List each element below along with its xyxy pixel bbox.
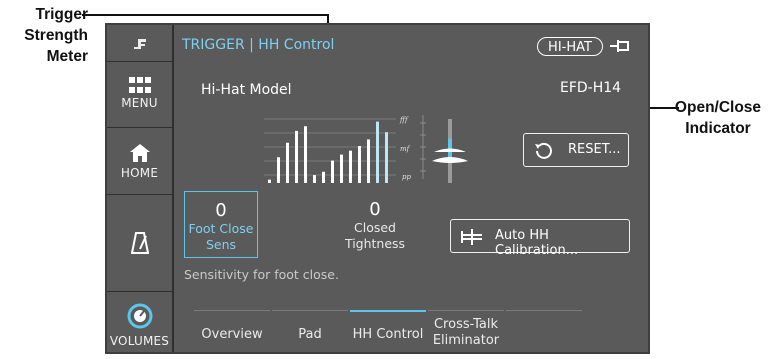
reset-icon [535, 142, 552, 159]
sidebar-item-home[interactable]: HOME [107, 127, 172, 195]
meter-bar [277, 157, 280, 183]
meter-bar [349, 150, 352, 183]
foot-close-sens-param[interactable]: 0 Foot Close Sens [184, 191, 258, 258]
meter-scale-label: fff [399, 116, 409, 124]
sidebar-item-metronome[interactable] [107, 194, 172, 292]
meter-bar [268, 179, 271, 183]
tab-overview[interactable]: Overview [194, 310, 270, 355]
open-close-indicator [420, 115, 468, 183]
meter-bar [367, 139, 370, 183]
tab-cross-talk-eliminator[interactable]: Cross-Talk Eliminator [428, 310, 504, 355]
meter-bar [295, 130, 298, 183]
tab-label: HH Control [352, 327, 424, 342]
closed-tightness-param[interactable]: 0 Closed Tightness [334, 191, 416, 258]
grid-icon [128, 77, 151, 93]
pin-icon[interactable] [610, 38, 630, 54]
hihat-model-value: EFD-H14 [560, 80, 622, 96]
meter-bar [358, 146, 361, 183]
meter-bar [313, 175, 316, 183]
tab-label: Overview [201, 327, 263, 342]
tab-bar: Overview Pad HH Control Cross-Talk Elimi… [194, 310, 584, 354]
meter-bar [385, 132, 388, 183]
sidebar-item-label: VOLUMES [109, 334, 170, 348]
meter-scale-label: mf [400, 145, 411, 153]
sidebar-item-label: MENU [121, 96, 158, 110]
foot-close-sens-label: Sens [205, 237, 237, 252]
callout-line: Indicator [685, 120, 751, 137]
hihat-model-label: Hi-Hat Model [201, 82, 292, 98]
tab-label: Eliminator [432, 333, 500, 348]
auto-hh-calibration-button[interactable]: Auto HH Calibration... [450, 219, 630, 258]
bottom-cymbal-icon [432, 157, 468, 163]
reset-button[interactable]: RESET... [523, 133, 629, 167]
page-title: TRIGGER | HH Control [182, 37, 335, 53]
meter-bar [376, 121, 379, 183]
tab-hh-control[interactable]: HH Control [350, 310, 426, 356]
meter-bar [304, 126, 307, 183]
meter-bar [322, 171, 325, 183]
sidebar-item-menu[interactable]: MENU [107, 61, 172, 128]
device-screen: MENU HOME VOLUMES TRIGGER | HH Control H… [105, 23, 650, 354]
sidebar: MENU HOME VOLUMES [107, 25, 172, 352]
f-logo-icon [133, 39, 146, 49]
callout-line: Trigger [35, 6, 88, 23]
foot-close-sens-value: 0 [215, 200, 227, 221]
hihat-pad-button[interactable]: HI-HAT [537, 37, 603, 56]
closed-tightness-label: Closed [354, 220, 396, 235]
main-panel: TRIGGER | HH Control HI-HAT Hi-Hat Model… [174, 25, 648, 352]
tab-empty [506, 310, 582, 355]
meter-bar [340, 154, 343, 183]
sidebar-item-volumes[interactable]: VOLUMES [107, 291, 172, 354]
trigger-strength-meter-callout: Trigger Strength Meter [0, 4, 88, 67]
meter-bar [286, 142, 289, 183]
meter-scale-label: pp [402, 173, 411, 181]
trigger-strength-meter: fff mf pp [264, 116, 411, 183]
tab-pad[interactable]: Pad [272, 310, 348, 355]
hihat-calibration-icon [461, 229, 482, 245]
f-logo-button[interactable] [107, 25, 172, 62]
hint-text: Sensitivity for foot close. [184, 267, 339, 282]
sidebar-item-label: HOME [120, 166, 159, 180]
meter-bar [331, 160, 334, 183]
auto-hh-calibration-label: Auto HH Calibration... [495, 228, 579, 258]
meter-bars [268, 121, 388, 183]
metronome-icon [130, 232, 149, 254]
closed-tightness-label: Tightness [344, 236, 406, 251]
tab-label: Cross-Talk [433, 317, 499, 332]
home-icon [129, 144, 150, 162]
closed-tightness-value: 0 [369, 199, 381, 220]
volume-knob-icon [127, 303, 152, 329]
callout-line: Strength [24, 27, 88, 44]
callout-line: Meter [46, 48, 88, 65]
callout-leader-line [82, 14, 328, 16]
top-cymbal-icon [434, 148, 466, 152]
reset-button-label: RESET... [568, 142, 621, 157]
open-close-level [448, 138, 452, 157]
tab-label: Pad [298, 327, 322, 342]
foot-close-sens-label: Foot Close [188, 221, 254, 236]
open-close-indicator-callout: Open/Close Indicator [655, 97, 781, 139]
